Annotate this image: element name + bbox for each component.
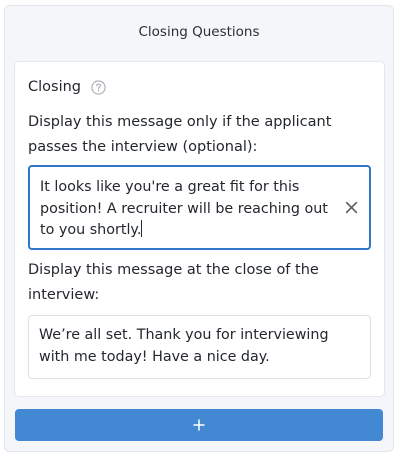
pass-message-label: Display this message only if the applica…	[28, 114, 332, 155]
clear-button[interactable]	[342, 199, 360, 217]
closing-card: Closing Display this message only if the…	[14, 61, 385, 397]
pass-message-text[interactable]: It looks like you're a great fit for thi…	[40, 177, 330, 242]
closing-questions-panel: Closing Questions Closing Display this m…	[4, 5, 394, 452]
pass-message-field[interactable]: It looks like you're a great fit for thi…	[28, 165, 371, 250]
close-message-text[interactable]: We’re all set. Thank you for interviewin…	[39, 325, 339, 368]
panel-title: Closing Questions	[138, 24, 260, 40]
close-icon	[345, 199, 358, 218]
close-message-label: Display this message at the close of the…	[28, 262, 319, 303]
question-circle-icon[interactable]	[91, 79, 106, 95]
add-question-button[interactable]	[15, 409, 383, 441]
card-title: Closing	[28, 79, 82, 95]
close-message-field[interactable]: We’re all set. Thank you for interviewin…	[28, 315, 371, 379]
card-header: Closing	[28, 79, 106, 95]
text-caret	[141, 220, 143, 237]
plus-icon	[193, 416, 205, 435]
